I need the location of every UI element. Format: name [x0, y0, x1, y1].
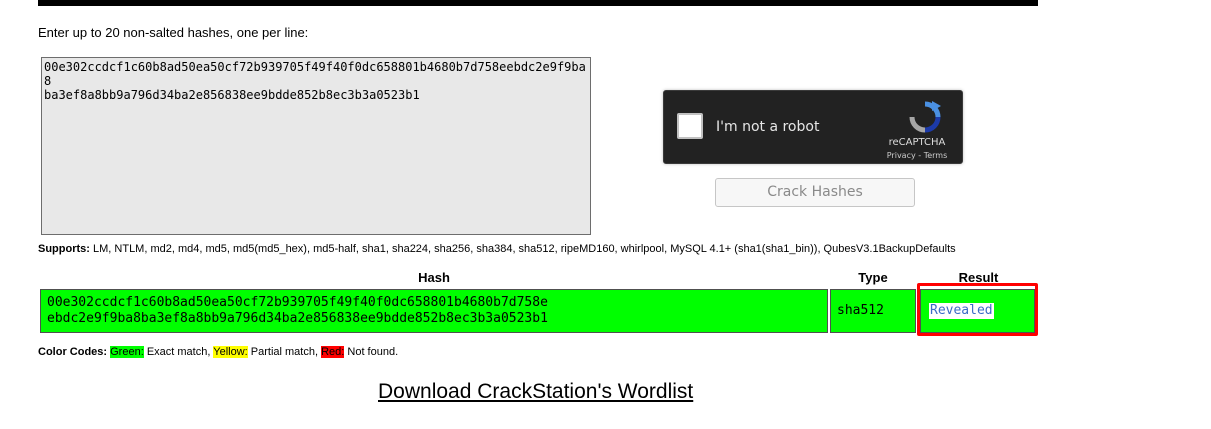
legend-green: Green: — [110, 346, 144, 358]
instructions: Enter up to 20 non-salted hashes, one pe… — [38, 25, 309, 40]
recaptcha-widget: I'm not a robot reCAPTCHA Privacy - Term… — [663, 90, 963, 164]
supports-list: LM, NTLM, md2, md4, md5, md5(md5_hex), m… — [89, 243, 956, 255]
top-divider — [38, 0, 1038, 6]
result-hash-cell: 00e302ccdcf1c60b8ad50ea50cf72b939705f49f… — [40, 289, 828, 333]
recaptcha-checkbox[interactable] — [677, 113, 703, 139]
column-header-hash: Hash — [418, 270, 450, 285]
result-highlight-box — [917, 283, 1038, 336]
download-wordlist-link[interactable]: Download CrackStation's Wordlist — [378, 380, 693, 404]
hash-input-line-1: 00e302ccdcf1c60b8ad50ea50cf72b939705f49f… — [44, 60, 586, 88]
result-hash-line-1: 00e302ccdcf1c60b8ad50ea50cf72b939705f49f… — [47, 295, 548, 310]
recaptcha-logo-icon — [909, 101, 941, 133]
recaptcha-label: I'm not a robot — [716, 119, 820, 135]
hash-input-line-2: ba3ef8a8bb9a796d34ba2e856838ee9bdde852b8… — [44, 88, 420, 102]
supports-label: Supports: — [38, 243, 90, 255]
result-hash-line-2: ebdc2e9f9ba8ba3ef8a8bb9a796d34ba2e856838… — [47, 311, 548, 326]
legend-red-desc: Not found. — [344, 346, 399, 358]
crack-hashes-button[interactable]: Crack Hashes — [715, 178, 915, 207]
legend-red: Red: — [321, 346, 345, 358]
recaptcha-brand: reCAPTCHA — [888, 137, 946, 148]
color-codes-label: Color Codes: — [38, 346, 108, 358]
legend-yellow: Yellow: — [213, 346, 248, 358]
column-header-type: Type — [858, 270, 888, 285]
supported-algorithms: Supports: LM, NTLM, md2, md4, md5, md5(m… — [38, 243, 956, 255]
legend-green-desc: Exact match, — [143, 346, 214, 358]
legend-yellow-desc: Partial match, — [247, 346, 322, 358]
recaptcha-privacy-terms[interactable]: Privacy - Terms — [872, 151, 962, 160]
color-codes: Color Codes: Green: Exact match, Yellow:… — [38, 346, 398, 358]
hash-input[interactable]: 00e302ccdcf1c60b8ad50ea50cf72b939705f49f… — [41, 57, 591, 235]
result-type-cell: sha512 — [830, 289, 916, 333]
